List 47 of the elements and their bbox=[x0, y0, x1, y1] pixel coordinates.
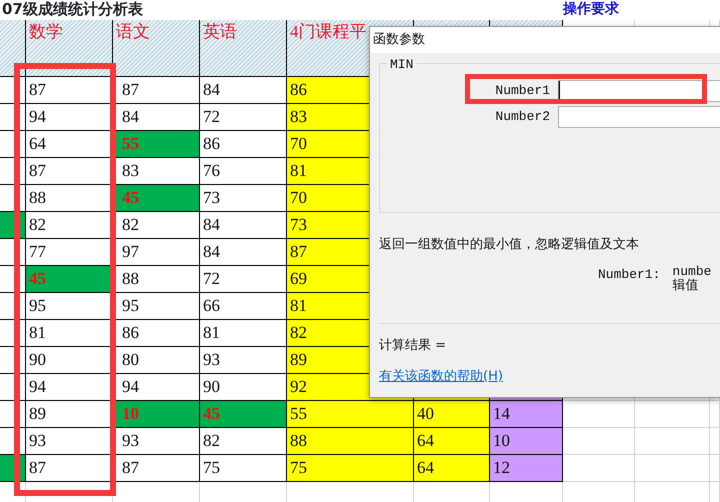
header-cell: 语文 bbox=[113, 20, 200, 77]
table-cell: 81 bbox=[26, 320, 113, 347]
table-cell: 87 bbox=[113, 455, 200, 482]
table-cell: 40 bbox=[414, 401, 490, 428]
table-cell: 82 bbox=[26, 212, 113, 239]
table-cell: 82 bbox=[113, 212, 200, 239]
table-cell: 45 bbox=[26, 266, 113, 293]
table-cell: 55 bbox=[287, 401, 414, 428]
argument-input[interactable] bbox=[558, 106, 720, 128]
header-cell: 英语 bbox=[200, 20, 287, 77]
table-cell: 94 bbox=[26, 374, 113, 401]
table-cell: 64 bbox=[414, 428, 490, 455]
table-cell: 64 bbox=[414, 455, 490, 482]
table-cell: 12 bbox=[490, 455, 563, 482]
table-cell: 55 bbox=[113, 131, 200, 158]
table-cell: 87 bbox=[113, 77, 200, 104]
table-cell: 45 bbox=[200, 401, 287, 428]
table-cell: 88 bbox=[113, 266, 200, 293]
table-cell: 87 bbox=[26, 77, 113, 104]
sheet-title: 07级成绩统计分析表 bbox=[1, 0, 144, 20]
table-cell: 90 bbox=[26, 347, 113, 374]
argument-help-text: numbe bbox=[672, 264, 712, 278]
table-cell: 94 bbox=[26, 104, 113, 131]
table-cell: 45 bbox=[113, 185, 200, 212]
table-cell: 80 bbox=[113, 347, 200, 374]
table-cell: 75 bbox=[287, 455, 414, 482]
table-cell: 95 bbox=[26, 293, 113, 320]
table-cell: 97 bbox=[113, 239, 200, 266]
table-cell: 88 bbox=[26, 185, 113, 212]
argument-label: Number2 bbox=[494, 108, 551, 126]
table-cell: 64 bbox=[26, 131, 113, 158]
table-cell: 88 bbox=[287, 428, 414, 455]
table-cell: 10 bbox=[113, 401, 200, 428]
table-cell: 86 bbox=[113, 320, 200, 347]
table-cell: 14 bbox=[490, 401, 563, 428]
table-cell: 89 bbox=[26, 401, 113, 428]
instructions-label: 操作要求 bbox=[563, 0, 620, 19]
argument-help-label: Number1: bbox=[598, 266, 660, 284]
argument-label: Number1 bbox=[494, 82, 551, 100]
table-cell: 93 bbox=[113, 428, 200, 455]
table-cell: 93 bbox=[26, 428, 113, 455]
argument-help-text: 辑值 bbox=[672, 278, 698, 292]
table-cell: 87 bbox=[26, 455, 113, 482]
table-cell: 10 bbox=[490, 428, 563, 455]
table-cell: 95 bbox=[113, 293, 200, 320]
table-cell: 87 bbox=[26, 158, 113, 185]
dialog-title: 函数参数 bbox=[370, 27, 720, 53]
